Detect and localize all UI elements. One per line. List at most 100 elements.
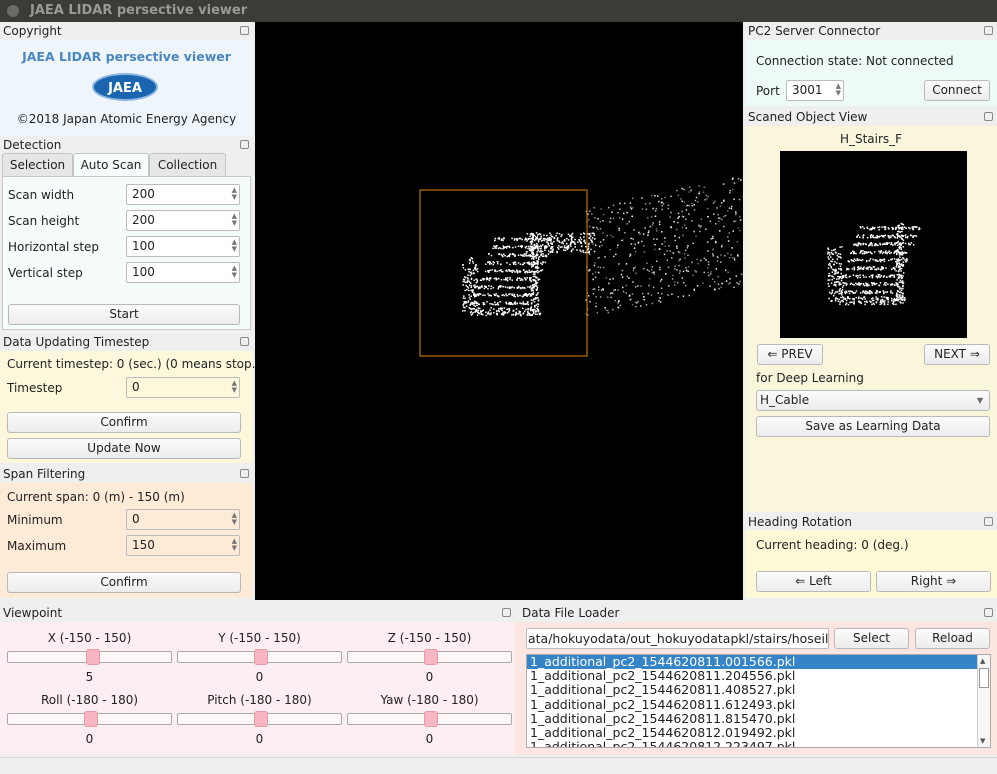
- value: 0: [132, 380, 140, 394]
- prev-button[interactable]: ⇐ PREV: [757, 344, 823, 365]
- update-now-button[interactable]: Update Now: [7, 438, 241, 459]
- chevron-down-icon: ▼: [976, 396, 983, 405]
- scroll-down-icon[interactable]: ▼: [980, 737, 985, 745]
- spin-arrows-icon[interactable]: ▲ ▼: [836, 83, 841, 97]
- loader-dock-header: Data File Loader: [515, 604, 997, 622]
- field-label: Vertical step: [8, 266, 83, 280]
- timestep-confirm-button[interactable]: Confirm: [7, 412, 241, 433]
- timestep-label: Timestep: [7, 381, 63, 395]
- heading-dock-header: Heading Rotation: [745, 513, 997, 531]
- file-list-item[interactable]: 1_additional_pc2_1544620812.019492.pkl: [527, 725, 990, 740]
- viewpoint-slider[interactable]: [177, 711, 342, 727]
- dock-float-icon[interactable]: [984, 112, 993, 121]
- timestep-input[interactable]: 0 ▲ ▼: [126, 377, 240, 398]
- value: 200: [132, 187, 155, 201]
- dock-float-icon[interactable]: [984, 26, 993, 35]
- value: 0: [132, 512, 140, 526]
- start-button[interactable]: Start: [8, 304, 240, 325]
- slider-label: Pitch (-180 - 180): [207, 693, 312, 707]
- file-list-item[interactable]: 1_additional_pc2_1544620812.223497.pkl: [527, 740, 990, 747]
- scanned-object-preview: [780, 151, 967, 338]
- span-dock-header: Span Filtering: [0, 465, 253, 483]
- field-input[interactable]: 100 ▲ ▼: [126, 236, 240, 257]
- timestep-dock-header: Data Updating Timestep: [0, 333, 253, 351]
- tab-collection[interactable]: Collection: [149, 153, 226, 176]
- viewpoint-slider[interactable]: [347, 711, 512, 727]
- tab-selection[interactable]: Selection: [2, 153, 73, 176]
- close-window-button[interactable]: [7, 5, 19, 17]
- slider-handle[interactable]: [253, 711, 268, 727]
- spin-arrows-icon[interactable]: ▲ ▼: [232, 239, 237, 253]
- path-input[interactable]: ata/hokuyodata/out_hokuyodatapkl/stairs/…: [526, 628, 829, 649]
- slider-handle[interactable]: [253, 649, 268, 665]
- spin-arrows-icon[interactable]: ▲ ▼: [232, 380, 237, 394]
- save-learning-data-button[interactable]: Save as Learning Data: [756, 416, 990, 437]
- slider-label: X (-150 - 150): [47, 631, 132, 645]
- status-bar: [0, 757, 997, 774]
- connect-button[interactable]: Connect: [924, 80, 990, 101]
- field-input[interactable]: 200 ▲ ▼: [126, 184, 240, 205]
- viewpoint-slider[interactable]: [177, 649, 342, 665]
- select-button[interactable]: Select: [834, 628, 909, 649]
- dock-float-icon[interactable]: [984, 608, 993, 617]
- maximum-label: Maximum: [7, 539, 67, 553]
- spin-arrows-icon[interactable]: ▲ ▼: [232, 213, 237, 227]
- current-span: Current span: 0 (m) - 150 (m): [7, 490, 185, 504]
- scanned-dock-header: Scaned Object View: [745, 108, 997, 126]
- value: 100: [132, 265, 155, 279]
- rotate-left-button[interactable]: ⇐ Left: [756, 571, 871, 592]
- slider-value: 0: [255, 670, 264, 684]
- spin-arrows-icon[interactable]: ▲ ▼: [232, 512, 237, 526]
- viewpoint-slider[interactable]: [7, 711, 172, 727]
- file-list-item[interactable]: 1_additional_pc2_1544620811.612493.pkl: [527, 697, 990, 712]
- dock-float-icon[interactable]: [240, 469, 249, 478]
- field-label: Scan width: [8, 188, 75, 202]
- tab-auto-scan[interactable]: Auto Scan: [73, 153, 149, 177]
- dock-float-icon[interactable]: [984, 517, 993, 526]
- viewpoint-slider[interactable]: [347, 649, 512, 665]
- app-name: JAEA LIDAR persective viewer: [22, 49, 231, 64]
- slider-handle[interactable]: [423, 711, 438, 727]
- file-list-item[interactable]: 1_additional_pc2_1544620811.408527.pkl: [527, 683, 990, 697]
- slider-value: 0: [425, 670, 434, 684]
- slider-handle[interactable]: [86, 649, 101, 665]
- maximum-input[interactable]: 150 ▲ ▼: [126, 535, 240, 556]
- dock-float-icon[interactable]: [240, 140, 249, 149]
- scrollbar-thumb[interactable]: [979, 668, 989, 688]
- dock-title: Detection: [3, 138, 62, 152]
- spin-arrows-icon[interactable]: ▲ ▼: [232, 187, 237, 201]
- class-dropdown[interactable]: H_Cable ▼: [756, 390, 990, 411]
- port-label: Port: [756, 84, 780, 98]
- span-confirm-button[interactable]: Confirm: [7, 572, 241, 593]
- next-button[interactable]: NEXT ⇒: [924, 344, 990, 365]
- rotate-right-button[interactable]: Right ⇒: [876, 571, 991, 592]
- dock-title: Copyright: [3, 24, 62, 38]
- dock-float-icon[interactable]: [502, 608, 511, 617]
- lidar-3d-viewport[interactable]: [255, 22, 743, 600]
- slider-handle[interactable]: [423, 649, 438, 665]
- spin-arrows-icon[interactable]: ▲ ▼: [232, 265, 237, 279]
- file-list-item[interactable]: 1_additional_pc2_1544620811.001566.pkl: [527, 655, 977, 670]
- reload-button[interactable]: Reload: [915, 628, 990, 649]
- dock-float-icon[interactable]: [240, 337, 249, 346]
- file-list-item[interactable]: 1_additional_pc2_1544620811.204556.pkl: [527, 669, 990, 683]
- field-input[interactable]: 200 ▲ ▼: [126, 210, 240, 231]
- tab-label: Auto Scan: [80, 158, 142, 172]
- file-list-scrollbar[interactable]: ▲ ▼: [977, 655, 990, 747]
- dock-float-icon[interactable]: [240, 26, 249, 35]
- port-input[interactable]: 3001 ▲ ▼: [786, 80, 844, 101]
- dock-title: Data Updating Timestep: [3, 335, 150, 349]
- viewpoint-panel: X (-150 - 150) 5 Y (-150 - 150) 0 Z (-150 …: [0, 622, 515, 755]
- field-input[interactable]: 100 ▲ ▼: [126, 262, 240, 283]
- slider-label: Roll (-180 - 180): [40, 693, 139, 707]
- viewpoint-slider[interactable]: [7, 649, 172, 665]
- file-list[interactable]: 1_additional_pc2_1544620811.001566.pkl 1_…: [526, 654, 991, 748]
- slider-handle[interactable]: [83, 711, 98, 727]
- scroll-up-icon[interactable]: ▲: [980, 657, 985, 665]
- server-dock-header: PC2 Server Connector: [745, 22, 997, 40]
- file-list-item[interactable]: 1_additional_pc2_1544620811.815470.pkl: [527, 711, 990, 726]
- minimum-input[interactable]: 0 ▲ ▼: [126, 509, 240, 530]
- slider-label: Z (-150 - 150): [387, 631, 472, 645]
- spin-arrows-icon[interactable]: ▲ ▼: [232, 538, 237, 552]
- selected-class: H_Cable: [760, 393, 810, 407]
